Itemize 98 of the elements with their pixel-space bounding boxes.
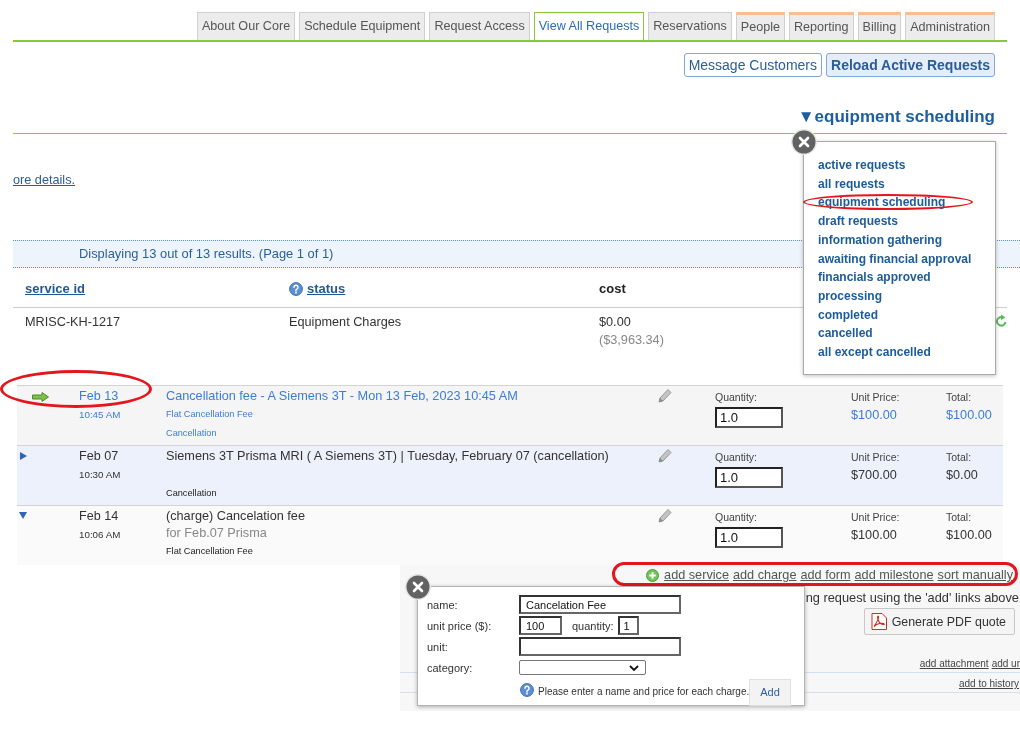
quantity-field[interactable]: 1.0 (715, 407, 783, 428)
add-link[interactable]: add form (800, 566, 851, 584)
field-label: Total: (946, 511, 972, 524)
pencil-icon[interactable] (658, 388, 672, 403)
caret-down-icon[interactable] (19, 512, 27, 519)
table-cell: MRISC-KH-1217 (25, 315, 121, 329)
nav-tab[interactable]: Reservations (648, 12, 732, 40)
help-icon[interactable] (520, 683, 534, 697)
nav-tab[interactable]: View All Requests (533, 12, 645, 40)
column-header[interactable]: status (307, 280, 346, 298)
item-title: Siemens 3T Prisma MRI ( A Siemens 3T) | Tuesday, February 07 (cancellation) (166, 448, 609, 465)
form-label: unit price ($): (427, 619, 493, 632)
unit-price-field[interactable]: 100 (519, 616, 562, 635)
unit-price: $100.00 (851, 407, 897, 424)
item-detail: Flat Cancellation Fee (166, 545, 253, 558)
total-amount: $0.00 (946, 467, 978, 484)
item-detail: Flat Cancellation Fee (166, 408, 253, 421)
plus-circle-icon (646, 568, 660, 582)
field-label: Total: (946, 451, 972, 464)
item-time: 10:06 AM (79, 528, 121, 542)
close-icon[interactable] (791, 129, 817, 155)
add-link[interactable]: sort manually (937, 566, 1013, 584)
total-amount: $100.00 (946, 407, 992, 424)
refresh-icon[interactable] (996, 314, 1007, 328)
add-link[interactable]: add charge (732, 566, 797, 584)
menu-item[interactable]: processing (818, 286, 883, 306)
form-label: unit: (427, 640, 449, 653)
view-filter-dropdown[interactable]: ▼equipment scheduling (797, 106, 995, 128)
item-date: Feb 13 (79, 388, 119, 405)
form-label: category: (427, 661, 474, 674)
column-header[interactable]: service id (25, 280, 85, 298)
field-label: Unit Price: (851, 511, 900, 524)
menu-item[interactable]: draft requests (818, 212, 899, 231)
help-icon[interactable] (289, 282, 303, 296)
hint-text: Please enter a name and price for each charge. (538, 685, 750, 699)
nav-tab[interactable]: Request Access (429, 12, 530, 40)
item-time: 10:45 AM (79, 408, 121, 422)
nav-tab[interactable]: Administration (905, 12, 995, 40)
unit-field[interactable] (519, 637, 681, 656)
balance-amount: ($3,963.34) (599, 332, 664, 349)
item-title: Cancellation fee - A Siemens 3T - Mon 13 Feb, 2023 10:45 AM (166, 388, 518, 405)
form-label: name: (427, 598, 459, 611)
item-category: Cancellation (166, 487, 217, 500)
add-link[interactable]: add milestone (854, 566, 934, 584)
quantity-field[interactable]: 1.0 (715, 467, 783, 488)
footer-link[interactable]: add to history (958, 677, 1019, 690)
menu-item[interactable]: all except cancelled (818, 343, 931, 362)
unit-price: $100.00 (851, 527, 897, 544)
nav-tab[interactable]: About Our Core (196, 12, 296, 40)
nav-tab[interactable]: Billing (857, 12, 902, 40)
pdf-quote-button[interactable]: Generate PDF quote (863, 608, 1015, 635)
footer-link[interactable]: add attachment (919, 657, 989, 670)
field-label: Quantity: (715, 451, 758, 464)
pdf-icon (870, 613, 887, 630)
name-field[interactable]: Cancelation Fee (519, 595, 681, 614)
item-time: 10:30 AM (79, 468, 121, 482)
close-icon[interactable] (405, 574, 431, 600)
form-label: quantity: (572, 619, 614, 632)
menu-item[interactable]: awaiting financial approval (818, 249, 972, 269)
field-label: Quantity: (715, 391, 758, 404)
notice-text: ng request using the 'add' links above (805, 589, 1020, 606)
field-label: Unit Price: (851, 391, 900, 404)
footer-link[interactable]: add ur (991, 657, 1020, 670)
unit-price: $700.00 (851, 467, 897, 484)
pencil-icon[interactable] (658, 448, 672, 463)
menu-item[interactable]: active requests (818, 156, 906, 175)
pencil-icon[interactable] (658, 508, 672, 523)
chevron-down-icon (629, 664, 639, 671)
action-button[interactable]: Reload Active Requests (826, 53, 995, 77)
field-label: Unit Price: (851, 451, 900, 464)
menu-item[interactable]: equipment scheduling (818, 193, 946, 213)
total-amount: $100.00 (946, 527, 992, 544)
quantity-field[interactable]: 1 (617, 616, 639, 635)
details-link[interactable]: ore details. (13, 172, 76, 188)
menu-item[interactable]: completed (818, 305, 878, 325)
table-cell: Equipment Charges (289, 315, 402, 329)
category-select[interactable] (519, 660, 646, 675)
field-label: Quantity: (715, 511, 758, 524)
cost-amount: $0.00 (599, 314, 631, 331)
nav-tab[interactable]: People (735, 12, 785, 40)
nav-tab[interactable]: Reporting (789, 12, 854, 40)
add-link[interactable]: add service (664, 566, 729, 584)
quantity-field[interactable]: 1.0 (715, 527, 783, 548)
field-label: Total: (946, 391, 972, 404)
menu-item[interactable]: cancelled (818, 324, 873, 344)
item-title: (charge) Cancelation fee (166, 508, 305, 525)
item-date: Feb 07 (79, 448, 119, 465)
nav-tab[interactable]: Schedule Equipment (299, 12, 426, 40)
arrow-icon (32, 392, 49, 402)
add-button[interactable]: Add (749, 679, 791, 706)
item-subtitle: for Feb.07 Prisma (166, 525, 267, 542)
item-date: Feb 14 (79, 508, 119, 525)
item-category: Cancellation (166, 427, 217, 440)
action-button[interactable]: Message Customers (683, 53, 822, 77)
menu-item[interactable]: all requests (818, 174, 885, 194)
menu-item[interactable]: financials approved (818, 268, 931, 287)
column-header: cost (599, 280, 626, 298)
caret-right-icon[interactable] (20, 452, 27, 460)
